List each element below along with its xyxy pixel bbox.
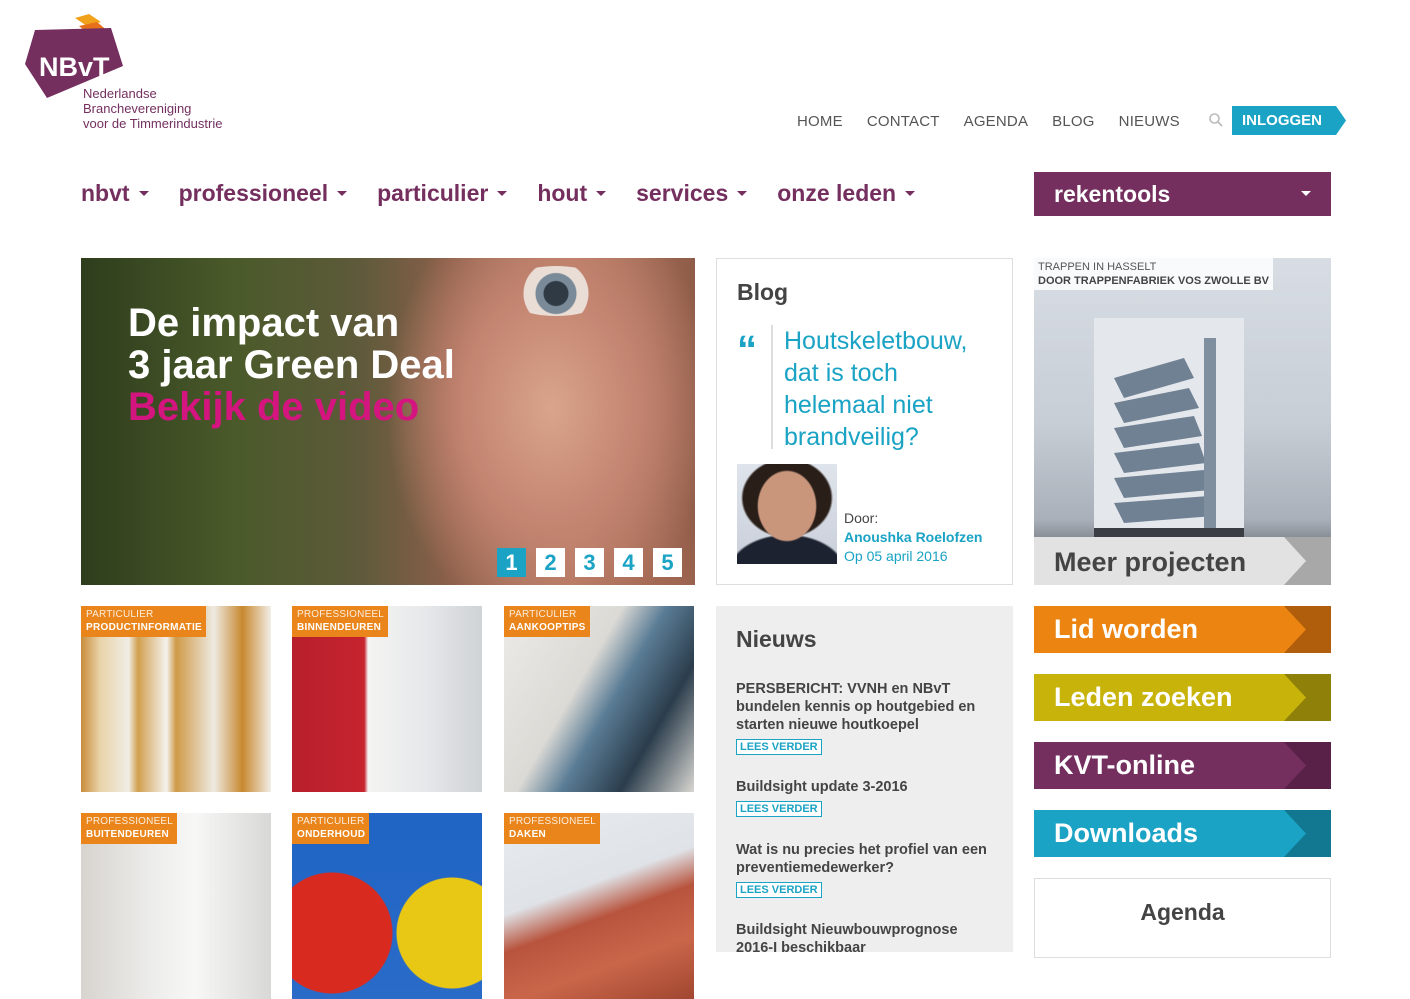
main-menu: nbvt professioneel particulier hout serv…	[81, 180, 945, 207]
slider-pagination: 1 2 3 4 5	[497, 548, 692, 577]
tile-daken[interactable]: PROFESSIONEEL DAKEN	[504, 813, 694, 999]
caret-down-icon	[737, 191, 748, 196]
project-caption: TRAPPEN IN HASSELT DOOR TRAPPENFABRIEK V…	[1034, 258, 1274, 290]
more-projects-button[interactable]: Meer projecten	[1034, 537, 1331, 585]
tile-onderhoud[interactable]: PARTICULIER ONDERHOUD	[292, 813, 482, 999]
blog-heading: Blog	[737, 279, 789, 305]
rekentools-dropdown[interactable]: rekentools	[1034, 172, 1331, 216]
quote-divider	[771, 325, 773, 449]
menu-onze-leden[interactable]: onze leden	[777, 180, 916, 207]
project-image	[1094, 318, 1244, 538]
nav-home[interactable]: HOME	[797, 113, 843, 130]
tile-buitendeuren[interactable]: PROFESSIONEEL BUITENDEUREN	[81, 813, 271, 999]
menu-nbvt[interactable]: nbvt	[81, 180, 149, 207]
downloads-button[interactable]: Downloads	[1034, 810, 1331, 857]
hero-video-link[interactable]: Bekijk de video	[128, 386, 455, 428]
rekentools-label: rekentools	[1054, 181, 1171, 207]
tile-tag: PROFESSIONEEL BUITENDEUREN	[81, 813, 178, 844]
quote-icon: “	[737, 328, 757, 372]
agenda-heading: Agenda	[1140, 899, 1225, 925]
more-projects-label: Meer projecten	[1054, 547, 1247, 577]
tile-aankooptips[interactable]: PARTICULIER AANKOOPTIPS	[504, 606, 694, 792]
blog-date: Op 05 april 2016	[844, 548, 948, 564]
news-heading: Nieuws	[736, 626, 817, 652]
kvt-online-button[interactable]: KVT-online	[1034, 742, 1331, 789]
tile-tag: PARTICULIER AANKOOPTIPS	[504, 606, 590, 637]
nav-contact[interactable]: CONTACT	[867, 113, 940, 130]
nbvt-logo[interactable]: NBvT Nederlandse Branchevereniging voor …	[17, 14, 227, 134]
leden-zoeken-button[interactable]: Leden zoeken	[1034, 674, 1331, 721]
nav-nieuws[interactable]: NIEUWS	[1119, 113, 1180, 130]
slide-1-button[interactable]: 1	[497, 548, 526, 577]
menu-hout[interactable]: hout	[537, 180, 607, 207]
menu-particulier[interactable]: particulier	[377, 180, 508, 207]
slide-3-button[interactable]: 3	[575, 548, 604, 577]
blog-quote[interactable]: Houtskeletbouw, dat is toch helemaal nie…	[784, 325, 994, 453]
tile-tag: PROFESSIONEEL BINNENDEUREN	[292, 606, 389, 637]
news-item: Wat is nu precies het profiel van een pr…	[736, 841, 998, 898]
author-avatar	[737, 464, 837, 564]
login-button[interactable]: INLOGGEN	[1232, 106, 1346, 135]
caret-down-icon	[497, 191, 508, 196]
blog-box: Blog “ Houtskeletbouw, dat is toch helem…	[716, 258, 1013, 585]
news-title-link[interactable]: Wat is nu precies het profiel van een pr…	[736, 841, 998, 877]
news-box: Nieuws PERSBERICHT: VVNH en NBvT bundele…	[716, 606, 1013, 956]
hero-image	[501, 266, 611, 316]
slide-4-button[interactable]: 4	[614, 548, 643, 577]
agenda-box[interactable]: Agenda	[1034, 878, 1331, 958]
news-item: Buildsight update 3-2016 LEES VERDER	[736, 778, 998, 817]
caret-down-icon	[337, 191, 348, 196]
tile-tag: PROFESSIONEEL DAKEN	[504, 813, 601, 844]
author-name-link[interactable]: Anoushka Roelofzen	[844, 528, 982, 547]
menu-professioneel[interactable]: professioneel	[179, 180, 348, 207]
top-navigation: HOME CONTACT AGENDA BLOG NIEUWS	[797, 112, 1254, 130]
tile-binnendeuren[interactable]: PROFESSIONEEL BINNENDEUREN	[292, 606, 482, 792]
blog-author: Door: Anoushka Roelofzen Op 05 april 201…	[844, 510, 983, 564]
tile-productinformatie[interactable]: PARTICULIER PRODUCTINFORMATIE	[81, 606, 271, 792]
read-more-button[interactable]: LEES VERDER	[736, 801, 822, 817]
login-label: INLOGGEN	[1242, 112, 1323, 129]
hero-slider[interactable]: De impact van 3 jaar Green Deal Bekijk d…	[81, 258, 695, 585]
caret-down-icon	[596, 191, 607, 196]
caret-down-icon	[905, 191, 916, 196]
search-icon[interactable]	[1208, 112, 1226, 130]
logo-abbr: NBvT	[39, 52, 110, 82]
news-item: PERSBERICHT: VVNH en NBvT bundelen kenni…	[736, 680, 998, 755]
lid-worden-button[interactable]: Lid worden	[1034, 606, 1331, 653]
news-title-link[interactable]: PERSBERICHT: VVNH en NBvT bundelen kenni…	[736, 680, 998, 734]
nav-blog[interactable]: BLOG	[1052, 113, 1094, 130]
tile-tag: PARTICULIER PRODUCTINFORMATIE	[81, 606, 207, 637]
slide-2-button[interactable]: 2	[536, 548, 565, 577]
logo-subtitle: Nederlandse Branchevereniging voor de Ti…	[83, 86, 223, 131]
news-title-link[interactable]: Buildsight update 3-2016	[736, 778, 998, 796]
caret-down-icon	[138, 191, 149, 196]
read-more-button[interactable]: LEES VERDER	[736, 739, 822, 755]
hero-caption[interactable]: De impact van 3 jaar Green Deal Bekijk d…	[128, 302, 455, 428]
menu-services[interactable]: services	[636, 180, 748, 207]
tile-tag: PARTICULIER ONDERHOUD	[292, 813, 370, 844]
nav-agenda[interactable]: AGENDA	[964, 113, 1029, 130]
read-more-button[interactable]: LEES VERDER	[736, 882, 822, 898]
project-box[interactable]: TRAPPEN IN HASSELT DOOR TRAPPENFABRIEK V…	[1034, 258, 1331, 585]
caret-down-icon	[1301, 191, 1311, 196]
slide-5-button[interactable]: 5	[653, 548, 682, 577]
